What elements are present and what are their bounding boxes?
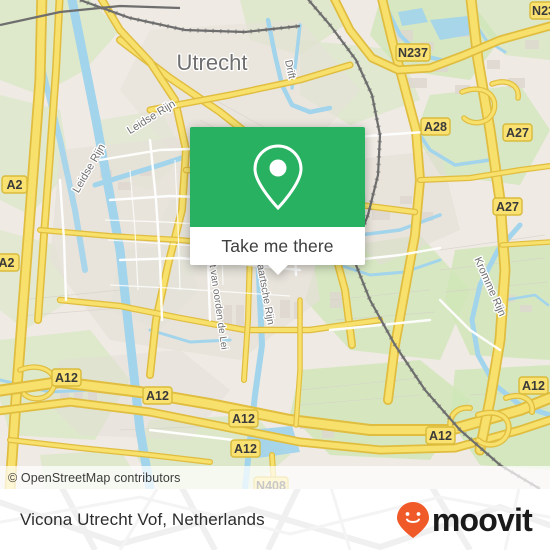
map-city-label: Utrecht [177,50,248,75]
svg-text:A12: A12 [234,442,257,456]
svg-text:A12: A12 [232,412,255,426]
take-me-there-button[interactable]: Take me there [190,227,365,275]
take-me-there-label: Take me there [221,235,334,256]
callout-pointer-tail [266,264,289,275]
svg-text:N237: N237 [532,4,550,18]
svg-text:A12: A12 [522,379,545,393]
moovit-brand: moovit [396,501,533,539]
moovit-pin-icon [396,501,429,538]
callout-header [190,127,365,227]
svg-text:N237: N237 [398,46,428,60]
place-title: Vicona Utrecht Vof, Netherlands [20,509,265,529]
attribution-text: © OpenStreetMap contributors [8,470,181,485]
svg-text:A28: A28 [424,120,447,134]
svg-text:A27: A27 [506,126,529,140]
footer-bar: Vicona Utrecht Vof, Netherlands moovit [0,489,550,550]
svg-text:A2: A2 [0,256,15,270]
map-pin-icon [252,144,303,211]
svg-text:A12: A12 [146,389,169,403]
svg-text:A12: A12 [429,429,452,443]
moovit-location-card: .green { fill:#cfe6b7; } .green2 { fill:… [0,0,550,550]
svg-text:A2: A2 [7,178,23,192]
svg-text:A27: A27 [496,200,519,214]
map-attribution: © OpenStreetMap contributors [0,466,550,489]
moovit-wordmark: moovit [431,501,533,538]
location-callout[interactable]: Take me there [190,127,365,275]
svg-text:A12: A12 [55,371,78,385]
